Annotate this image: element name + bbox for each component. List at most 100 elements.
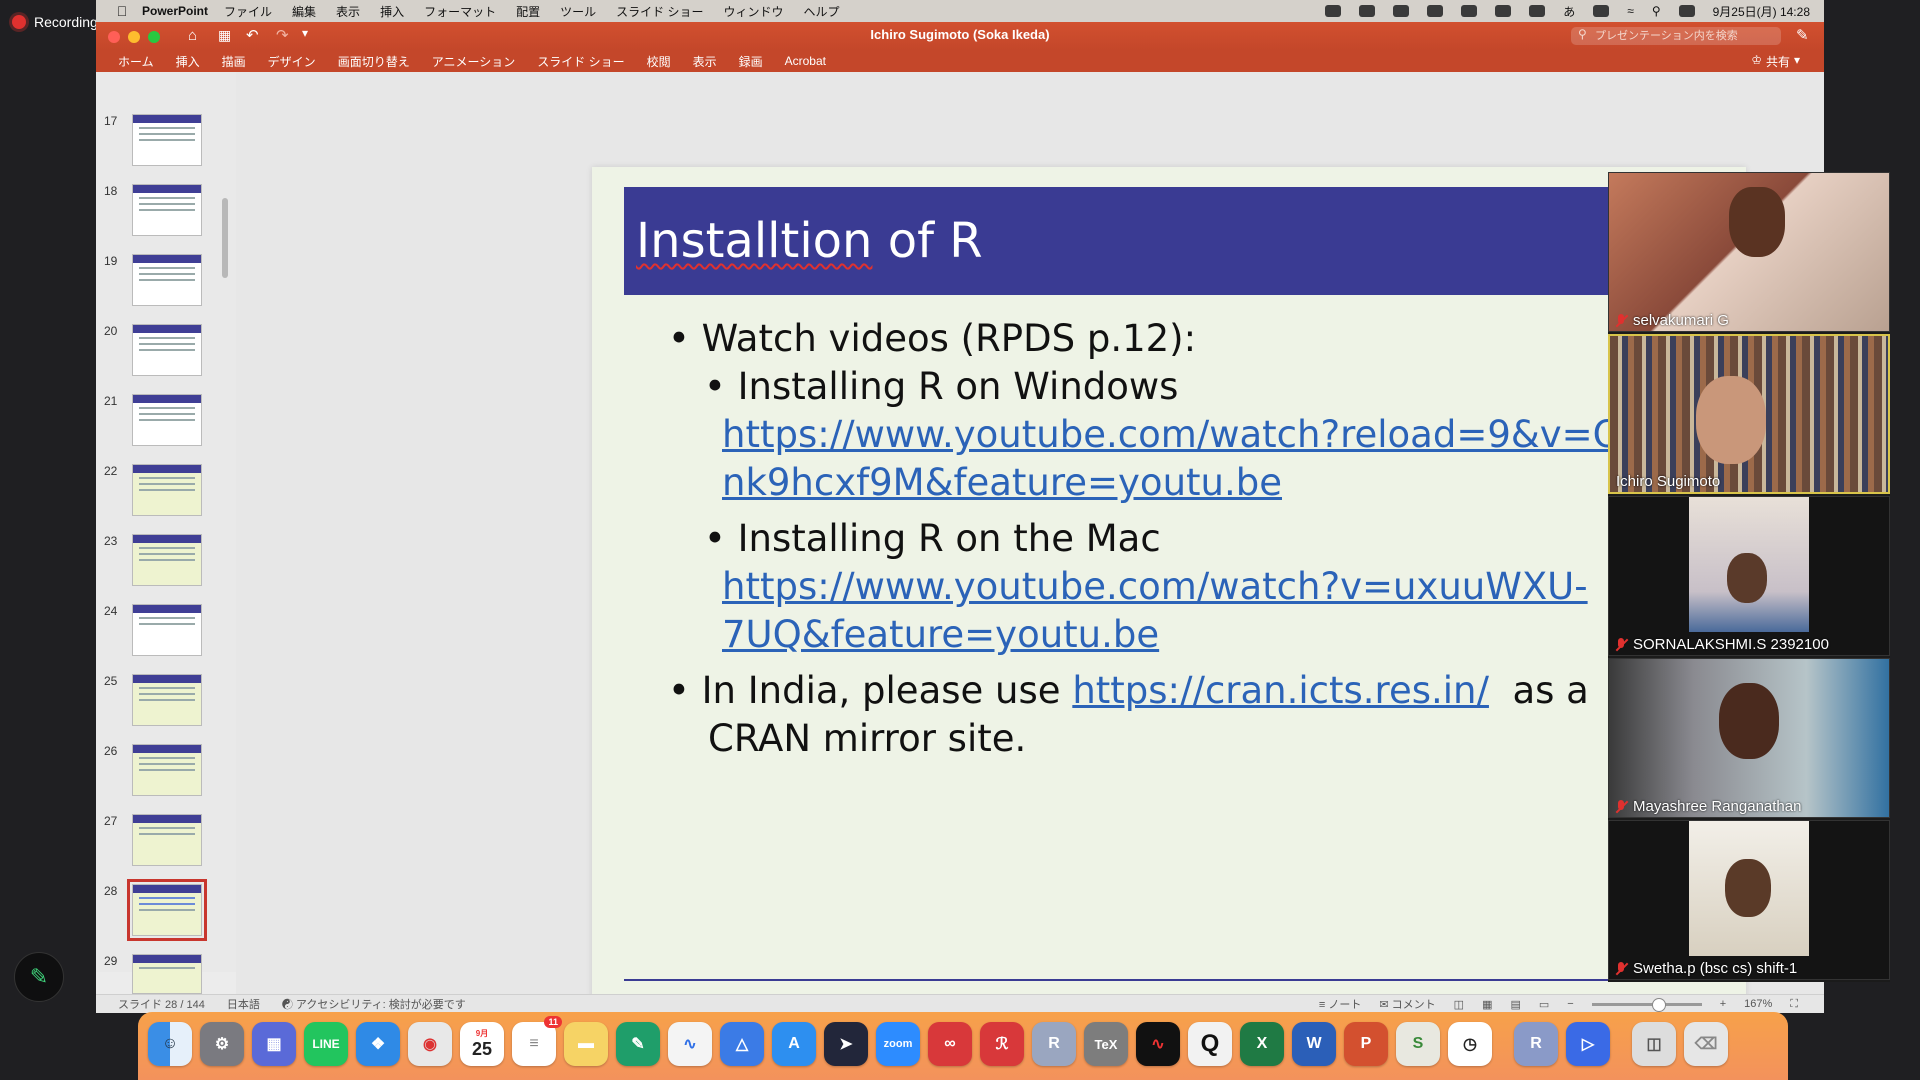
bullet-installing-mac[interactable]: • Installing R on the Mac — [704, 517, 1161, 560]
link-windows-video-line2[interactable]: nk9hcxf9M&feature=youtu.be — [722, 461, 1282, 504]
link-mac-video-line1[interactable]: https://www.youtube.com/watch?v=uxuuWXU- — [722, 565, 1588, 608]
dock-acrobat-icon[interactable]: ℛ — [980, 1022, 1024, 1066]
zoom-in-button[interactable]: + — [1720, 998, 1726, 1010]
tab-insert[interactable]: 挿入 — [176, 53, 200, 70]
spotlight-icon[interactable]: ⚲ — [1652, 4, 1661, 18]
tab-design[interactable]: デザイン — [268, 53, 316, 70]
normal-view-icon[interactable]: ◫ — [1454, 998, 1464, 1011]
control-center-icon[interactable] — [1495, 5, 1512, 17]
bookmark-icon[interactable] — [1461, 5, 1478, 17]
app-menu[interactable]: PowerPoint — [142, 4, 208, 18]
slide-sorter-icon[interactable]: ▦ — [1482, 998, 1492, 1011]
dock-remote-icon[interactable]: ▷ — [1566, 1022, 1610, 1066]
language-indicator[interactable]: 日本語 — [227, 996, 260, 1012]
dock-r-icon[interactable]: R — [1032, 1022, 1076, 1066]
dock-tex-icon[interactable]: TeX — [1084, 1022, 1128, 1066]
apple-icon[interactable]:  — [110, 3, 134, 19]
bullet-watch-videos[interactable]: • Watch videos (RPDS p.12): — [668, 317, 1196, 360]
zoom-slider[interactable] — [1591, 997, 1702, 1012]
siri-icon[interactable] — [1678, 5, 1695, 17]
dock-reminders-icon[interactable]: ≡ 11 — [512, 1016, 562, 1066]
link-windows-video-line1[interactable]: https://www.youtube.com/watch?reload=9&v… — [722, 413, 1645, 456]
menu-tools[interactable]: ツール — [560, 3, 596, 20]
menu-help[interactable]: ヘルプ — [803, 3, 839, 20]
annotate-pencil-button[interactable]: ✎ — [14, 952, 64, 1002]
menu-edit[interactable]: 編集 — [292, 3, 316, 20]
bullet-india-mirror[interactable]: • In India, please use https://cran.icts… — [668, 669, 1589, 712]
zoom-slider-knob[interactable] — [1651, 997, 1666, 1012]
thumbnail-scrollbar[interactable] — [222, 198, 228, 278]
account-icon[interactable]: ✎ — [1796, 26, 1809, 44]
participant-tile[interactable]: Mayashree Ranganathan — [1608, 658, 1890, 818]
tab-record[interactable]: 録画 — [739, 53, 763, 70]
slide-thumbnail-25[interactable]: 25 — [96, 674, 236, 734]
dock-clock-icon[interactable]: ◷ — [1448, 1022, 1492, 1066]
slide-thumbnail-17[interactable]: 17 — [96, 114, 236, 174]
wifi-icon[interactable]: ≈ — [1627, 4, 1634, 18]
dock-preview-icon[interactable]: ◫ — [1632, 1022, 1676, 1066]
search-input[interactable]: プレゼンテーション内を検索 — [1571, 27, 1781, 45]
dock-chrome-icon[interactable]: ◉ — [408, 1022, 452, 1066]
dock-audio-icon[interactable]: ∿ — [1136, 1022, 1180, 1066]
participant-tile[interactable]: selvakumari G — [1608, 172, 1890, 332]
slide-thumbnail-27[interactable]: 27 — [96, 814, 236, 874]
slide-thumbnail-24[interactable]: 24 — [96, 604, 236, 664]
battery-icon[interactable] — [1593, 5, 1610, 17]
dock-word-icon[interactable]: W — [1292, 1022, 1336, 1066]
menu-slideshow[interactable]: スライド ショー — [616, 3, 703, 20]
slide-thumbnail-29[interactable]: 29 — [96, 954, 236, 994]
dock-trash-icon[interactable]: ⌫ — [1684, 1022, 1728, 1066]
menu-view[interactable]: 表示 — [336, 3, 360, 20]
participant-tile[interactable]: SORNALAKSHMI.S 2392100 — [1608, 496, 1890, 656]
tab-view[interactable]: 表示 — [693, 53, 717, 70]
dock-scrivener-icon[interactable]: S — [1396, 1022, 1440, 1066]
dock-system-settings-icon[interactable]: ⚙ — [200, 1022, 244, 1066]
notes-button[interactable]: ≡ ノート — [1319, 996, 1361, 1012]
dock-freeform-icon[interactable]: ∿ — [668, 1022, 712, 1066]
accessibility-status[interactable]: ☯ アクセシビリティ: 検討が必要です — [282, 996, 466, 1012]
fit-to-window-icon[interactable]: ⛶ — [1790, 998, 1798, 1011]
dock-zoom-icon[interactable]: zoom — [876, 1022, 920, 1066]
bullet-installing-windows[interactable]: • Installing R on Windows — [704, 365, 1178, 408]
dock-safari-icon[interactable]: ❖ — [356, 1022, 400, 1066]
tab-slideshow[interactable]: スライド ショー — [537, 53, 624, 70]
slide-canvas[interactable]: Installtion of R • Watch videos (RPDS p.… — [236, 72, 1824, 1031]
dock-xcode-icon[interactable]: ✎ — [616, 1022, 660, 1066]
dock-app-store-icon[interactable]: A — [772, 1022, 816, 1066]
tab-review[interactable]: 校閲 — [647, 53, 671, 70]
dock-mendeley-icon[interactable]: ∞ — [928, 1022, 972, 1066]
ime-indicator[interactable]: あ — [1563, 3, 1575, 20]
comments-button[interactable]: ✉ コメント — [1379, 996, 1435, 1012]
tab-animations[interactable]: アニメーション — [432, 53, 516, 70]
tab-transitions[interactable]: 画面切り替え — [338, 53, 410, 70]
dock-launchpad-icon[interactable]: ▦ — [252, 1022, 296, 1066]
slide-thumbnail-20[interactable]: 20 — [96, 324, 236, 384]
sync-icon[interactable] — [1427, 5, 1444, 17]
reading-view-icon[interactable]: ▤ — [1510, 998, 1520, 1011]
tab-home[interactable]: ホーム — [118, 53, 154, 70]
slide-thumbnail-26[interactable]: 26 — [96, 744, 236, 804]
menu-format[interactable]: フォーマット — [424, 3, 496, 20]
slide-thumbnail-18[interactable]: 18 — [96, 184, 236, 244]
participant-tile[interactable]: Swetha.p (bsc cs) shift-1 — [1608, 820, 1890, 980]
dock-excel-icon[interactable]: X — [1240, 1022, 1284, 1066]
share-button[interactable]: ♔ 共有 ▾ — [1751, 53, 1800, 70]
creative-cloud-icon[interactable] — [1359, 5, 1376, 17]
slideshow-view-icon[interactable]: ▭ — [1539, 998, 1549, 1011]
dock-keynote-icon[interactable]: △ — [720, 1022, 764, 1066]
link-mac-video-line2[interactable]: 7UQ&feature=youtu.be — [722, 613, 1159, 656]
menu-arrange[interactable]: 配置 — [516, 3, 540, 20]
dock-powerpoint-icon[interactable]: P — [1344, 1022, 1388, 1066]
menu-insert[interactable]: 挿入 — [380, 3, 404, 20]
current-slide[interactable]: Installtion of R • Watch videos (RPDS p.… — [592, 167, 1746, 1031]
slide-title[interactable]: Installtion of R — [636, 213, 983, 269]
slide-thumbnail-22[interactable]: 22 — [96, 464, 236, 524]
link-cran-mirror[interactable]: https://cran.icts.res.in/ — [1072, 669, 1489, 712]
slide-thumbnail-panel[interactable]: 17 18 19 20 21 22 23 24 25 26 27 28 29 — [96, 72, 236, 994]
slide-thumbnail-23[interactable]: 23 — [96, 534, 236, 594]
dock-notes-icon[interactable]: ▬ — [564, 1022, 608, 1066]
menu-window[interactable]: ウィンドウ — [723, 3, 783, 20]
cloud-icon[interactable] — [1325, 5, 1342, 17]
dock-finder-icon[interactable]: ☺ — [148, 1022, 192, 1066]
dock-quicktime-icon[interactable]: Q — [1188, 1022, 1232, 1066]
